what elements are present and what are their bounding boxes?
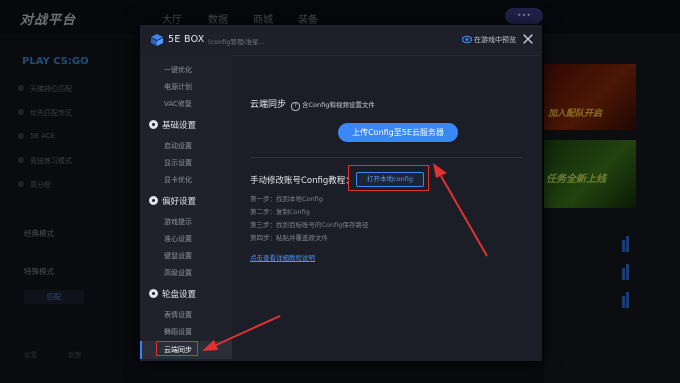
- menu-item-power-plan[interactable]: 电源计划: [164, 82, 192, 92]
- close-icon[interactable]: [521, 32, 535, 46]
- dialog-subtitle: (config管理/准星...: [208, 38, 265, 46]
- menu-item-emotes[interactable]: 表情设置: [164, 310, 192, 320]
- help-icon: ?: [291, 102, 300, 111]
- dialog-header: 5E BOX (config管理/准星... 在游戏中预览: [140, 25, 542, 56]
- menu-item-dance[interactable]: 舞蹈设置: [164, 327, 192, 337]
- tutorial-step: 第三步：找到目标账号的Config保存路径: [250, 221, 369, 229]
- settings-menu: 一键优化 电源计划 VAC修复 基础设置 启动设置 显示设置 显卡优化 偏好设置…: [140, 55, 232, 361]
- menu-item-game-tips[interactable]: 游戏提示: [164, 217, 192, 227]
- preview-in-game-link[interactable]: 在游戏中预览: [474, 35, 516, 45]
- box-dialog: 5E BOX (config管理/准星... 在游戏中预览 一键优化 电源计划 …: [140, 25, 542, 361]
- settings-icon: [149, 289, 158, 298]
- menu-item-display-settings[interactable]: 显示设置: [164, 158, 192, 168]
- active-indicator: [140, 341, 142, 359]
- menu-category-label: 偏好设置: [162, 197, 197, 207]
- tutorial-step: 第一步：找到本地Config: [250, 195, 323, 203]
- menu-item-launch-settings[interactable]: 启动设置: [164, 141, 192, 151]
- manual-tutorial-title: 手动修改账号Config教程：: [250, 176, 354, 186]
- highlight-box: [348, 165, 429, 191]
- box-logo-icon: [151, 34, 163, 46]
- menu-item-keyboard-mouse[interactable]: 键鼠设置: [164, 251, 192, 261]
- tutorial-step: 第二步：复制Config: [250, 208, 310, 216]
- cloud-sync-panel: 云端同步 ? 含Config和视频设置文件 上传Config至5E云服务器 手动修…: [232, 55, 542, 361]
- highlight-box: [156, 341, 198, 356]
- section-hint: ? 含Config和视频设置文件: [291, 99, 375, 111]
- menu-category-label: 轮盘设置: [162, 290, 197, 300]
- menu-category-preferences[interactable]: 偏好设置: [149, 195, 196, 207]
- upload-config-button[interactable]: 上传Config至5E云服务器: [338, 123, 458, 142]
- tutorial-step: 第四步：粘贴并覆盖原文件: [250, 234, 328, 242]
- eye-icon[interactable]: [462, 35, 472, 44]
- settings-icon: [149, 196, 158, 205]
- tutorial-link[interactable]: 点击查看详细教程说明: [250, 252, 315, 262]
- section-title: 云端同步: [250, 100, 287, 110]
- dialog-title: 5E BOX: [168, 34, 205, 45]
- menu-item-crosshair[interactable]: 准心设置: [164, 234, 192, 244]
- menu-item-one-click-optimize[interactable]: 一键优化: [164, 65, 192, 75]
- menu-item-gpu-optimize[interactable]: 显卡优化: [164, 175, 192, 185]
- menu-item-vac-repair[interactable]: VAC修复: [164, 99, 192, 109]
- menu-category-wheel[interactable]: 轮盘设置: [149, 288, 196, 300]
- settings-icon: [149, 120, 158, 129]
- menu-category-basic[interactable]: 基础设置: [149, 119, 196, 131]
- section-hint-text: 含Config和视频设置文件: [302, 101, 375, 109]
- menu-item-advanced[interactable]: 高级设置: [164, 268, 192, 278]
- divider: [250, 157, 522, 158]
- menu-category-label: 基础设置: [162, 121, 197, 131]
